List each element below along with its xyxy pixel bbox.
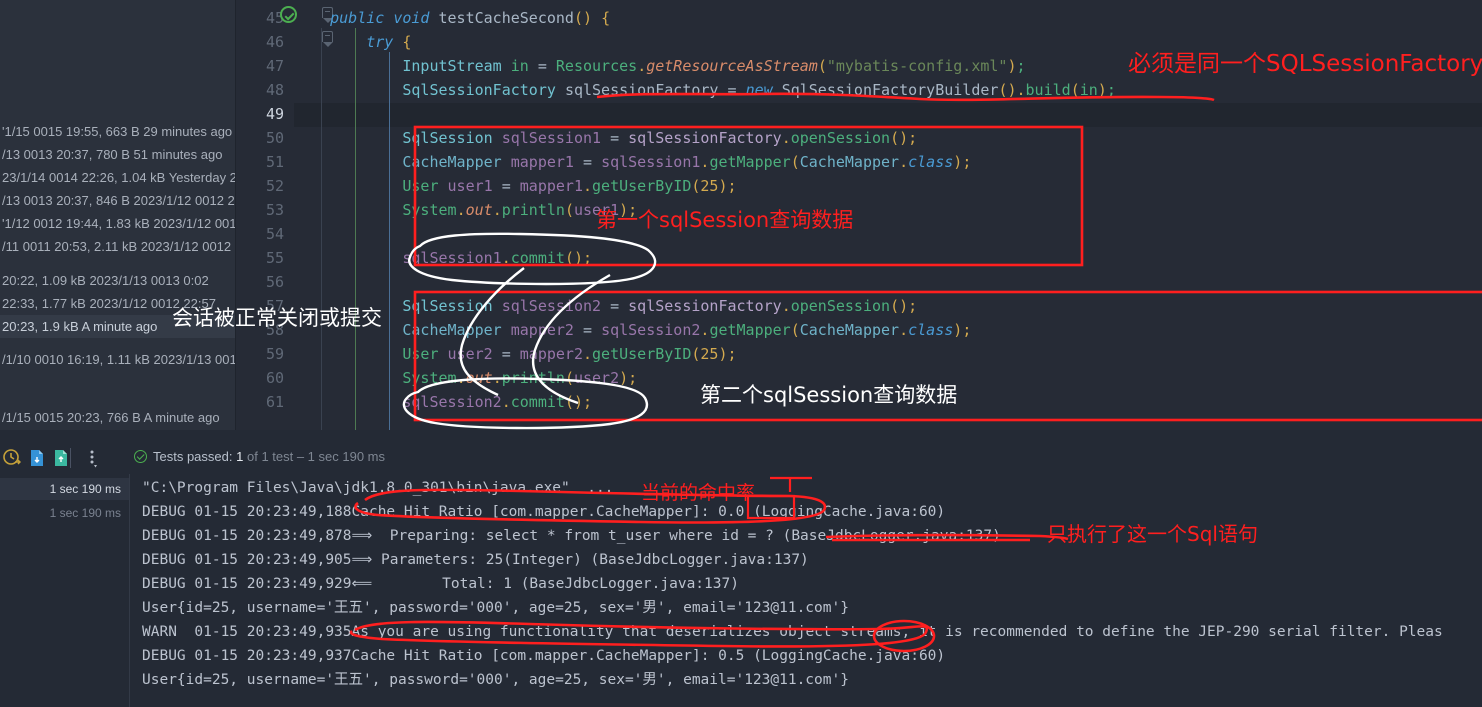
line-number: 53 xyxy=(265,201,284,219)
duration-label: 1 sec 190 ms xyxy=(49,506,121,520)
line-number: 50 xyxy=(265,129,284,147)
line-number: 47 xyxy=(265,57,284,75)
console-output[interactable]: "C:\Program Files\Java\jdk1.8.0_301\bin\… xyxy=(130,474,1482,707)
annotation-first-session-note: 第一个sqlSession查询数据 xyxy=(596,208,854,232)
list-item[interactable]: /1/10 0010 16:19, 1.11 kB 2023/1/13 0013 xyxy=(0,348,235,371)
line-number: 60 xyxy=(265,369,284,387)
clock-history-icon[interactable] xyxy=(2,448,22,473)
line-number: 51 xyxy=(265,153,284,171)
test-status-count: 1 xyxy=(236,449,244,464)
list-item[interactable]: 23/1/14 0014 22:26, 1.04 kB Yesterday 2 xyxy=(0,166,235,189)
list-item[interactable]: 20:22, 1.09 kB 2023/1/13 0013 0:02 xyxy=(0,269,235,292)
annotation-hit-ratio-note: 当前的命中率 xyxy=(641,482,756,504)
line-number: 61 xyxy=(265,393,284,411)
list-item[interactable]: /13 0013 20:37, 780 B 51 minutes ago xyxy=(0,143,235,166)
annotation-second-session-note: 第二个sqlSession查询数据 xyxy=(700,383,958,407)
list-item[interactable]: /1/15 0015 20:23, 766 B A minute ago xyxy=(0,406,235,429)
test-duration-gutter: 1 sec 190 ms 1 sec 190 ms xyxy=(0,474,130,707)
line-number: 59 xyxy=(265,345,284,363)
line-number: 52 xyxy=(265,177,284,195)
annotation-factory-note: 必须是同一个SQLSessionFactory xyxy=(1128,51,1482,77)
list-item[interactable]: '1/15 0015 19:55, 663 B 29 minutes ago xyxy=(0,120,235,143)
line-number: 55 xyxy=(265,249,284,267)
line-number: 48 xyxy=(265,81,284,99)
duration-label: 1 sec 190 ms xyxy=(0,478,129,500)
line-number: 56 xyxy=(265,273,284,291)
console-line: User{id=25, username='王五', password='000… xyxy=(142,672,849,688)
run-tool-window[interactable]: Tests passed: 1 of 1 test – 1 sec 190 ms… xyxy=(0,430,1482,707)
run-toolbar[interactable]: Tests passed: 1 of 1 test – 1 sec 190 ms xyxy=(0,444,1482,474)
console-line: DEBUG 01-15 20:23:49,905⟹ Parameters: 25… xyxy=(142,552,809,568)
toolbar-divider xyxy=(70,448,71,468)
console-line: DEBUG 01-15 20:23:49,937Cache Hit Ratio … xyxy=(142,648,946,664)
more-options-icon[interactable] xyxy=(86,448,100,475)
local-history-file-list[interactable]: '1/15 0015 19:55, 663 B 29 minutes ago /… xyxy=(0,0,236,430)
annotation-single-sql-note: 只执行了这一个Sql语句 xyxy=(1047,522,1258,546)
export-file-icon[interactable] xyxy=(52,448,70,473)
test-passed-icon xyxy=(134,450,147,463)
console-line: DEBUG 01-15 20:23:49,929⟸ Total: 1 (Base… xyxy=(142,576,739,592)
ide-screenshot: '1/15 0015 19:55, 663 B 29 minutes ago /… xyxy=(0,0,1482,707)
console-line: DEBUG 01-15 20:23:49,878⟹ Preparing: sel… xyxy=(142,528,1001,544)
test-status-prefix: Tests passed: xyxy=(153,449,233,464)
test-status-suffix: of 1 test – 1 sec 190 ms xyxy=(246,449,386,464)
line-number: 54 xyxy=(265,225,284,243)
import-file-icon[interactable] xyxy=(28,448,46,473)
console-line: User{id=25, username='王五', password='000… xyxy=(142,600,849,616)
list-item[interactable]: /13 0013 20:37, 846 B 2023/1/12 0012 2… xyxy=(0,189,235,212)
line-number-current: 49 xyxy=(265,105,284,123)
test-status-bar: Tests passed: 1 of 1 test – 1 sec 190 ms xyxy=(134,449,385,464)
console-line: "C:\Program Files\Java\jdk1.8.0_301\bin\… xyxy=(142,480,614,496)
list-item[interactable]: /11 0011 20:53, 2.11 kB 2023/1/12 0012 1… xyxy=(0,235,235,258)
annotation-session-closed-note: 会话被正常关闭或提交 xyxy=(172,306,382,330)
console-line: WARN 01-15 20:23:49,935As you are using … xyxy=(142,624,1443,640)
line-number: 46 xyxy=(265,33,284,51)
console-line: DEBUG 01-15 20:23:49,188Cache Hit Ratio … xyxy=(142,504,946,520)
list-item[interactable]: '1/12 0012 19:44, 1.83 kB 2023/1/12 0012 xyxy=(0,212,235,235)
editor-gutter[interactable]: 45 46 47 48 49 50 51 52 53 54 55 56 57 5… xyxy=(236,0,294,430)
